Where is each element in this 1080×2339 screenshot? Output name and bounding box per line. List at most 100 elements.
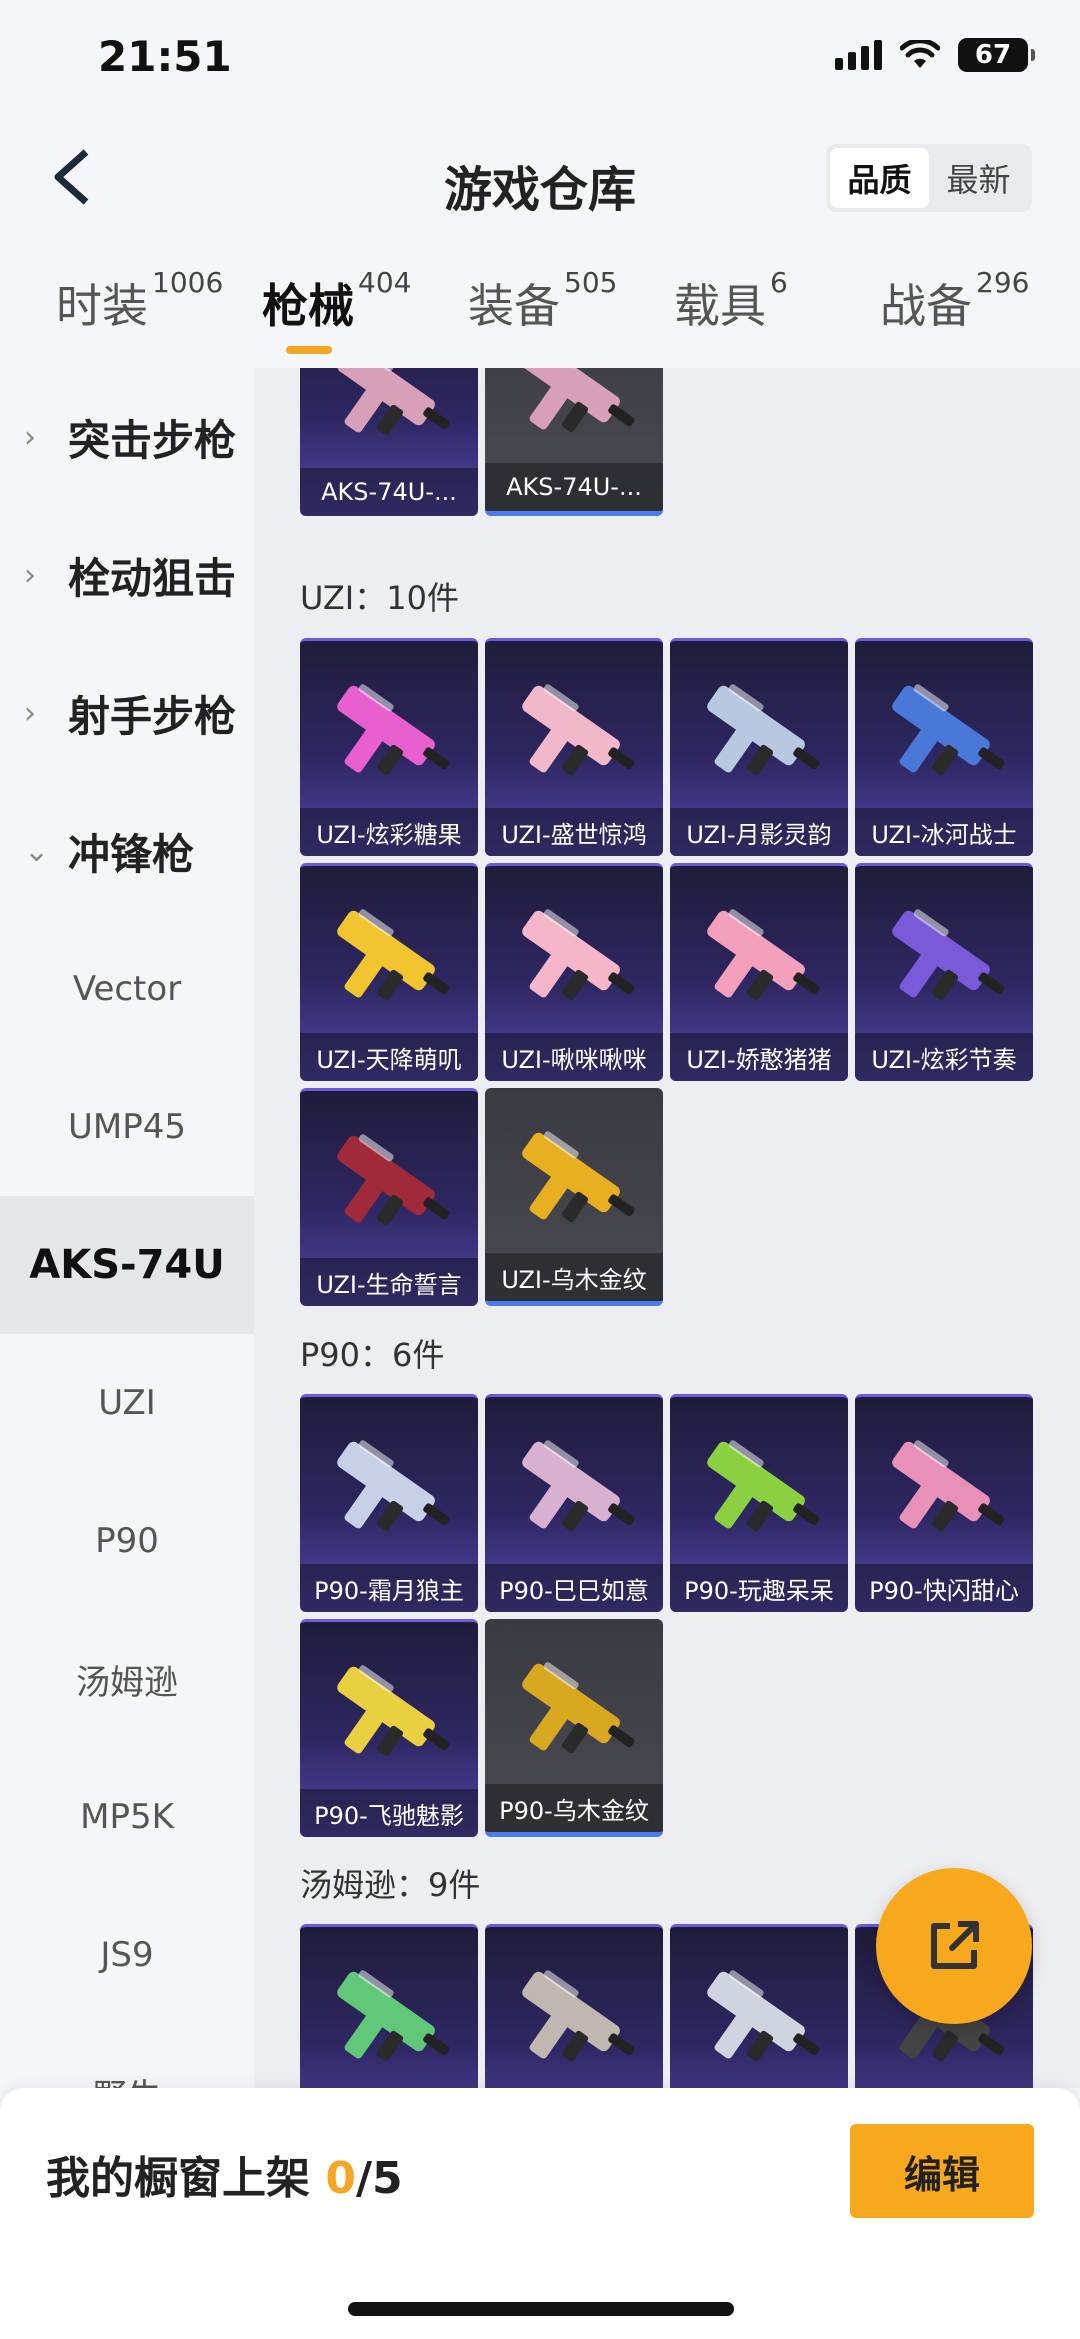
showcase-current-count: 0: [325, 2153, 356, 2204]
sidebar-group-label: 突击步枪: [68, 415, 237, 465]
tab-label: 载具: [674, 279, 766, 333]
showcase-status: 我的橱窗上架 0/5: [46, 2142, 403, 2206]
weapon-skin-card[interactable]: UZI-盛世惊鸿: [485, 638, 663, 856]
weapon-skin-card[interactable]: UZI-娇憨猪猪: [670, 863, 848, 1081]
sidebar-group-marksman-rifle[interactable]: › 射手步枪: [0, 644, 254, 782]
weapon-skin-card[interactable]: UZI-啾咪啾咪: [485, 863, 663, 1081]
sidebar-item-uzi[interactable]: UZI: [0, 1334, 254, 1472]
share-button[interactable]: [876, 1868, 1032, 2024]
weapon-skin-label: P90-乌木金纹: [485, 1784, 663, 1832]
weapon-skin-card[interactable]: UZI-乌木金纹: [485, 1088, 663, 1306]
weapon-skin-label: P90-巳巳如意: [485, 1564, 663, 1612]
chevron-down-icon: ⌄: [24, 833, 50, 869]
category-tabs: 时装 1006 枪械 404 装备 505 载具 6 战备 296: [0, 260, 1080, 360]
weapon-image: [892, 684, 1005, 776]
active-tab-indicator: [286, 346, 332, 354]
weapon-image: [707, 684, 820, 776]
weapon-sidebar: › 突击步枪 › 栓动狙击 › 射手步枪 ⌄ 冲锋枪 Vector UMP45 AKS-…: [0, 368, 254, 2088]
sidebar-item-p90[interactable]: P90: [0, 1472, 254, 1610]
sidebar-group-bolt-sniper[interactable]: › 栓动狙击: [0, 506, 254, 644]
home-indicator: [348, 2302, 734, 2316]
weapon-skin-card[interactable]: AKS-74U-...: [485, 368, 663, 516]
weapon-skin-card[interactable]: UZI-生命誓言: [300, 1088, 478, 1306]
weapon-image: [522, 368, 635, 433]
tab-count: 505: [564, 266, 618, 299]
weapon-skin-card[interactable]: P90-霜月狼主: [300, 1394, 478, 1612]
tab-label: 时装: [56, 279, 148, 333]
tab-count: 6: [770, 266, 788, 299]
weapon-skin-card[interactable]: UZI-炫彩糖果: [300, 638, 478, 856]
weapon-skin-card[interactable]: UZI-天降萌叽: [300, 863, 478, 1081]
weapon-skin-card[interactable]: [485, 1924, 663, 2088]
sidebar-group-smg[interactable]: ⌄ 冲锋枪: [0, 782, 254, 920]
signal-icon: [835, 40, 882, 70]
weapon-image: [337, 909, 450, 1001]
tab-label: 装备: [468, 279, 560, 333]
external-link-icon: [931, 1921, 979, 1969]
tab-vehicles[interactable]: 载具 6: [674, 266, 788, 336]
sidebar-group-label: 射手步枪: [68, 691, 237, 741]
weapon-skin-label: AKS-74U-...: [485, 463, 663, 511]
sort-newest-option[interactable]: 最新: [929, 148, 1028, 208]
weapon-skin-label: UZI-啾咪啾咪: [485, 1033, 663, 1081]
chevron-right-icon: ›: [24, 695, 36, 731]
sidebar-item-thompson[interactable]: 汤姆逊: [0, 1610, 254, 1748]
weapon-image: [892, 1440, 1005, 1532]
header: 游戏仓库 品质 最新: [0, 120, 1080, 240]
weapon-skin-card[interactable]: [670, 1924, 848, 2088]
weapon-skin-label: AKS-74U-...: [300, 468, 478, 516]
weapon-skin-label: UZI-生命誓言: [300, 1258, 478, 1306]
weapon-skin-card[interactable]: P90-乌木金纹: [485, 1619, 663, 1837]
weapon-grid: UZI：10件 P90：6件 汤姆逊：9件 AKS-74U-... AKS-74U…: [254, 368, 1080, 2088]
weapon-skin-label: UZI-冰河战士: [855, 808, 1033, 856]
tab-count: 296: [976, 266, 1030, 299]
weapon-image: [337, 368, 450, 436]
weapon-image: [522, 1970, 635, 2062]
weapon-image: [892, 909, 1005, 1001]
tab-supplies[interactable]: 战备 296: [880, 266, 1029, 336]
weapon-image: [707, 1440, 820, 1532]
tab-equipment[interactable]: 装备 505: [468, 266, 617, 336]
sidebar-group-assault-rifle[interactable]: › 突击步枪: [0, 368, 254, 506]
weapon-skin-card[interactable]: P90-巳巳如意: [485, 1394, 663, 1612]
sidebar-group-label: 栓动狙击: [68, 553, 237, 603]
weapon-image: [707, 1970, 820, 2062]
weapon-skin-card[interactable]: UZI-炫彩节奏: [855, 863, 1033, 1081]
weapon-image: [522, 684, 635, 776]
chevron-right-icon: ›: [24, 419, 36, 455]
weapon-skin-label: UZI-娇憨猪猪: [670, 1033, 848, 1081]
sidebar-item-bizon[interactable]: 野牛: [0, 2024, 254, 2089]
weapon-skin-label: UZI-月影灵韵: [670, 808, 848, 856]
weapon-skin-label: P90-飞驰魅影: [300, 1789, 478, 1837]
sidebar-group-label: 冲锋枪: [68, 829, 195, 879]
tab-label: 枪械: [262, 279, 354, 333]
tab-count: 404: [358, 266, 412, 299]
weapon-skin-label: UZI-炫彩节奏: [855, 1033, 1033, 1081]
showcase-label: 我的橱窗上架: [46, 2153, 310, 2204]
weapon-skin-card[interactable]: [300, 1924, 478, 2088]
wifi-icon: [900, 40, 940, 68]
weapon-skin-card[interactable]: P90-玩趣呆呆: [670, 1394, 848, 1612]
tab-fashion[interactable]: 时装 1006: [56, 266, 223, 336]
status-time: 21:51: [98, 32, 232, 81]
sidebar-item-aks74u[interactable]: AKS-74U: [0, 1196, 254, 1334]
weapon-image: [337, 1970, 450, 2062]
weapon-skin-card[interactable]: P90-快闪甜心: [855, 1394, 1033, 1612]
sort-quality-option[interactable]: 品质: [830, 148, 929, 208]
chevron-right-icon: ›: [24, 557, 36, 593]
weapon-skin-card[interactable]: AKS-74U-...: [300, 368, 478, 516]
tab-label: 战备: [880, 279, 972, 333]
sidebar-item-vector[interactable]: Vector: [0, 920, 254, 1058]
weapon-image: [522, 1440, 635, 1532]
sidebar-item-ump45[interactable]: UMP45: [0, 1058, 254, 1196]
tab-guns[interactable]: 枪械 404: [262, 266, 411, 336]
sidebar-item-mp5k[interactable]: MP5K: [0, 1748, 254, 1886]
sidebar-item-js9[interactable]: JS9: [0, 1886, 254, 2024]
weapon-image: [337, 1134, 450, 1226]
weapon-skin-card[interactable]: P90-飞驰魅影: [300, 1619, 478, 1837]
weapon-image: [337, 1665, 450, 1757]
edit-button[interactable]: 编辑: [850, 2124, 1034, 2218]
weapon-skin-card[interactable]: UZI-冰河战士: [855, 638, 1033, 856]
weapon-skin-card[interactable]: UZI-月影灵韵: [670, 638, 848, 856]
weapon-skin-label: UZI-乌木金纹: [485, 1253, 663, 1301]
